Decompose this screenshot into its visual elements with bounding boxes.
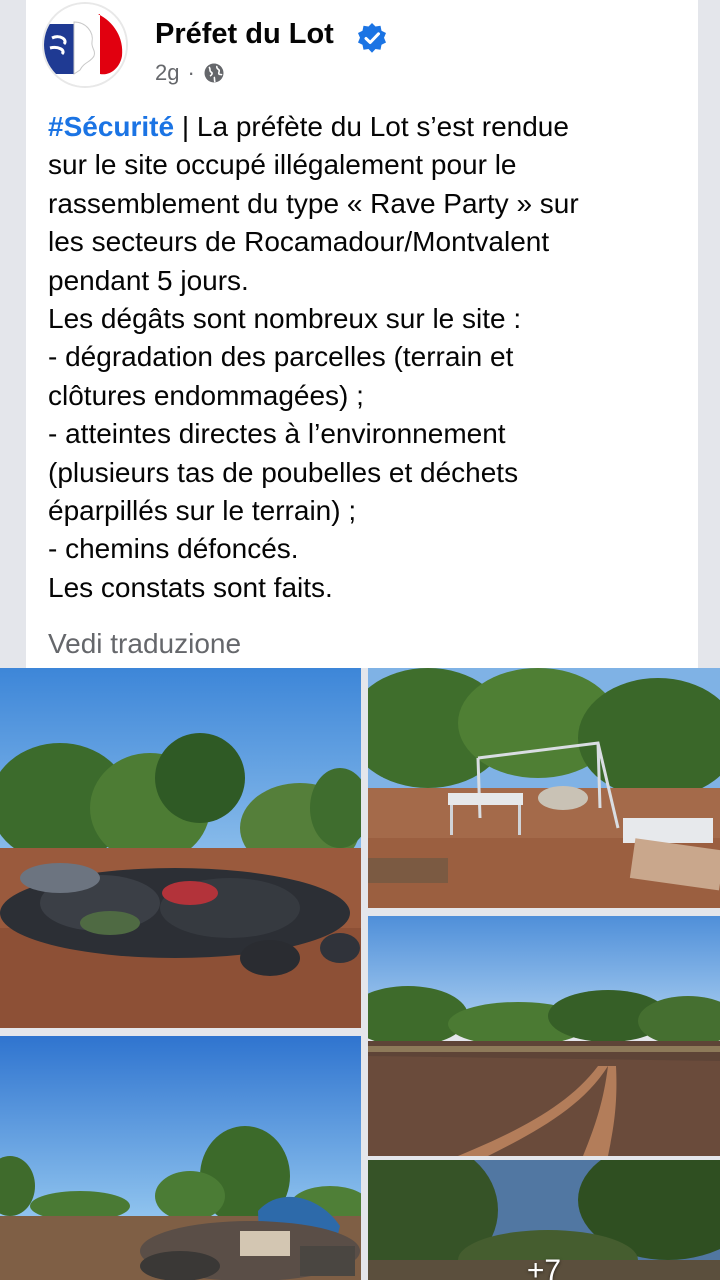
more-photos-count: +7 <box>526 1254 562 1280</box>
post-time[interactable]: 2g <box>155 60 179 86</box>
damaged-paths-image <box>368 916 720 1156</box>
photo-more[interactable]: +7 <box>368 1160 720 1280</box>
see-translation-link[interactable]: Vedi traduzione <box>48 628 241 660</box>
more-photos-overlay[interactable]: +7 <box>368 1160 720 1280</box>
post-meta: 2g · <box>155 60 225 86</box>
verified-badge-icon <box>358 23 386 53</box>
post-body: #Sécurité | La préfète du Lot s’est rend… <box>48 108 668 607</box>
abandoned-structure-image <box>368 668 720 908</box>
photo-abandoned-structure[interactable] <box>368 668 720 908</box>
hashtag-link[interactable]: #Sécurité <box>48 111 174 142</box>
globe-icon <box>204 63 224 83</box>
meta-separator: · <box>187 60 195 85</box>
page-name[interactable]: Préfet du Lot <box>155 18 334 51</box>
marianne-logo <box>44 4 126 86</box>
photo-trash-bags[interactable] <box>0 668 361 1028</box>
trash-bags-image <box>0 668 361 1028</box>
debris-tent-image <box>0 1036 361 1280</box>
page-avatar[interactable] <box>44 4 126 86</box>
photo-debris-tent[interactable] <box>0 1036 361 1280</box>
post-body-text: | La préfète du Lot s’est rendue sur le … <box>48 111 579 603</box>
photo-damaged-paths[interactable] <box>368 916 720 1156</box>
